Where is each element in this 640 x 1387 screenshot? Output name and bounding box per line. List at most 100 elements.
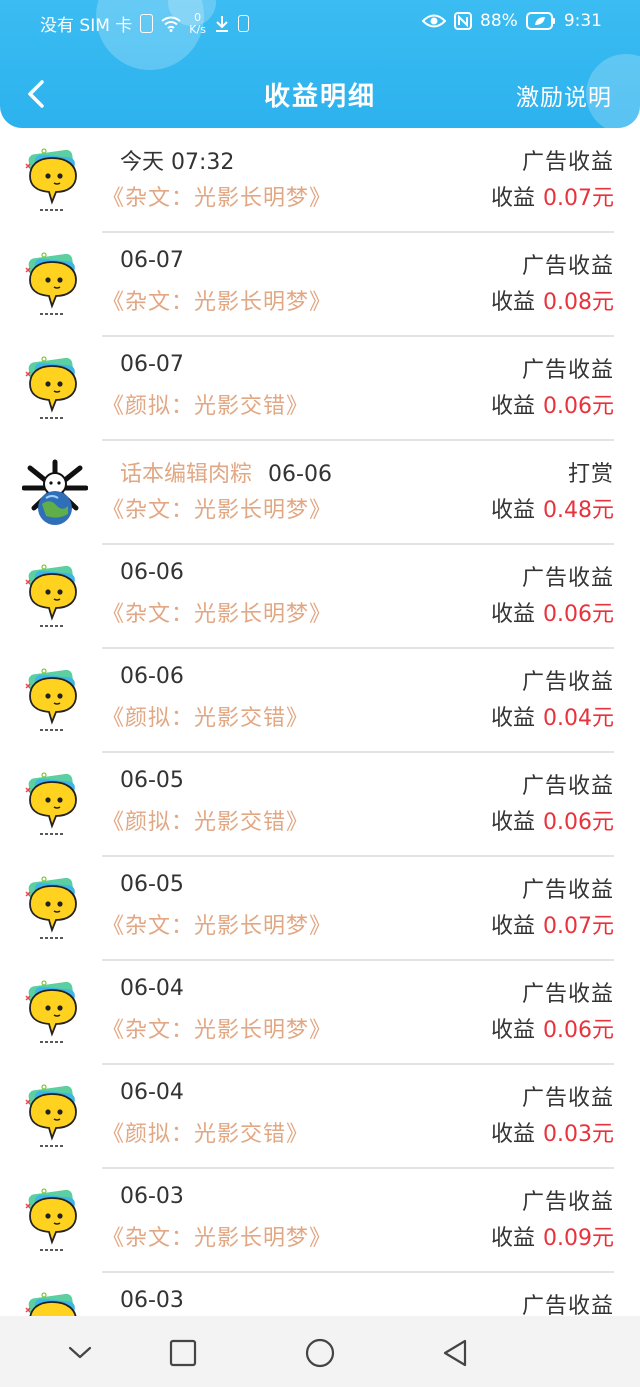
income-amount: 0.48元 — [543, 498, 614, 523]
record-date: 06-06 — [120, 664, 184, 689]
work-title: 《杂文：光影长明梦》 — [102, 602, 333, 627]
income-type: 广告收益 — [521, 774, 614, 799]
work-title: 《杂文：光影长明梦》 — [102, 290, 333, 315]
income-type: 广告收益 — [521, 1086, 614, 1111]
record-meta: 06-05 — [120, 872, 184, 897]
record-date: 06-05 — [120, 768, 184, 793]
income-type: 广告收益 — [521, 254, 614, 279]
clock: 9:31 — [563, 11, 602, 31]
title-bar: 收益明细 激励说明 — [0, 64, 640, 124]
record-body: 06-06 广告收益 《杂文：光影长明梦》 收益 0.06元 — [102, 544, 614, 649]
sim-alert-icon — [140, 14, 154, 33]
income-label: 收益 — [490, 498, 535, 523]
income-record-row[interactable]: 06-05 广告收益 《杂文：光影长明梦》 收益 0.07元 — [0, 856, 640, 961]
emoji-bubble-icon — [25, 564, 77, 627]
income-amount: 0.09元 — [543, 1226, 614, 1251]
sim-status: 没有 SIM 卡 — [40, 16, 133, 36]
record-body: 话本编辑肉粽 06-06 打赏 《杂文：光影长明梦》 收益 0.48元 — [102, 440, 614, 545]
income-amount: 0.06元 — [543, 394, 614, 419]
work-title: 《杂文：光影长明梦》 — [102, 914, 333, 939]
storage-icon — [237, 15, 249, 32]
income-amount-line: 收益 0.48元 — [491, 492, 614, 524]
income-label: 收益 — [490, 290, 535, 315]
download-icon — [215, 15, 228, 32]
record-meta: 06-07 — [120, 248, 184, 273]
record-meta: 06-06 — [120, 664, 184, 689]
income-amount: 0.04元 — [543, 706, 614, 731]
income-amount-line: 收益 0.07元 — [491, 908, 614, 940]
record-meta: 06-03 — [120, 1184, 184, 1209]
emoji-bubble-icon — [25, 1188, 77, 1251]
income-label: 收益 — [490, 394, 535, 419]
work-title: 《颜拟：光影交错》 — [102, 1122, 310, 1147]
wifi-icon — [161, 16, 181, 32]
income-record-row[interactable]: 06-07 广告收益 《颜拟：光影交错》 收益 0.06元 — [0, 336, 640, 441]
income-type: 广告收益 — [521, 878, 614, 903]
incentive-info-link[interactable]: 激励说明 — [516, 78, 612, 112]
income-label: 收益 — [490, 810, 535, 835]
record-body: 06-03 广告收益 — [102, 1272, 614, 1316]
earth-character-icon — [21, 459, 89, 525]
income-record-list: 今天 07:32 广告收益 《杂文：光影长明梦》 收益 0.07元 06-07 广… — [0, 128, 640, 1316]
income-amount: 0.07元 — [543, 914, 614, 939]
income-type: 打赏 — [567, 462, 614, 487]
income-record-row[interactable]: 06-04 广告收益 《颜拟：光影交错》 收益 0.03元 — [0, 1064, 640, 1169]
income-type: 广告收益 — [521, 670, 614, 695]
nav-collapse-button[interactable] — [60, 1333, 100, 1373]
record-date: 06-07 — [120, 248, 184, 273]
income-amount-line: 收益 0.09元 — [491, 1220, 614, 1252]
income-label: 收益 — [490, 186, 535, 211]
home-circle-icon — [305, 1338, 335, 1368]
avatar — [21, 458, 89, 528]
income-record-row[interactable]: 06-06 广告收益 《杂文：光影长明梦》 收益 0.06元 — [0, 544, 640, 649]
record-body: 06-06 广告收益 《颜拟：光影交错》 收益 0.04元 — [102, 648, 614, 753]
income-amount: 0.06元 — [543, 602, 614, 627]
income-record-row[interactable]: 06-03 广告收益 《杂文：光影长明梦》 收益 0.09元 — [0, 1168, 640, 1273]
nav-home-button[interactable] — [300, 1333, 340, 1373]
sender-name: 话本编辑肉粽 — [120, 462, 253, 487]
income-amount: 0.03元 — [543, 1122, 614, 1147]
emoji-bubble-icon — [25, 772, 77, 835]
battery-icon — [525, 12, 555, 30]
avatar — [22, 1186, 82, 1256]
work-title: 《杂文：光影长明梦》 — [102, 186, 333, 211]
income-record-row[interactable]: 06-05 广告收益 《颜拟：光影交错》 收益 0.06元 — [0, 752, 640, 857]
income-record-row[interactable]: 话本编辑肉粽 06-06 打赏 《杂文：光影长明梦》 收益 0.48元 — [0, 440, 640, 545]
work-title: 《杂文：光影长明梦》 — [102, 498, 333, 523]
network-speed: 0 K/s — [189, 11, 206, 36]
record-body: 06-04 广告收益 《杂文：光影长明梦》 收益 0.06元 — [102, 960, 614, 1065]
network-speed-unit: K/s — [189, 22, 206, 36]
income-label: 收益 — [490, 914, 535, 939]
income-amount-line: 收益 0.04元 — [491, 700, 614, 732]
record-body: 06-07 广告收益 《杂文：光影长明梦》 收益 0.08元 — [102, 232, 614, 337]
emoji-bubble-icon — [25, 148, 77, 211]
back-triangle-icon — [443, 1339, 467, 1367]
income-amount-line: 收益 0.06元 — [491, 1012, 614, 1044]
emoji-bubble-icon — [25, 252, 77, 315]
income-record-row[interactable]: 06-06 广告收益 《颜拟：光影交错》 收益 0.04元 — [0, 648, 640, 753]
income-type: 广告收益 — [521, 566, 614, 591]
income-label: 收益 — [490, 706, 535, 731]
record-meta: 06-06 — [120, 560, 184, 585]
work-title: 《杂文：光影长明梦》 — [102, 1226, 333, 1251]
avatar — [22, 666, 82, 736]
income-type: 广告收益 — [521, 358, 614, 383]
income-amount-line: 收益 0.07元 — [491, 180, 614, 212]
record-body: 06-07 广告收益 《颜拟：光影交错》 收益 0.06元 — [102, 336, 614, 441]
record-date: 06-05 — [120, 872, 184, 897]
nav-recents-button[interactable] — [163, 1333, 203, 1373]
nfc-icon — [454, 12, 473, 30]
income-type: 广告收益 — [521, 150, 614, 175]
income-record-row[interactable]: 06-07 广告收益 《杂文：光影长明梦》 收益 0.08元 — [0, 232, 640, 337]
recents-square-icon — [169, 1339, 197, 1367]
income-label: 收益 — [490, 1018, 535, 1043]
avatar — [22, 1082, 82, 1152]
record-meta: 今天 07:32 — [120, 144, 234, 176]
record-date: 06-06 — [268, 462, 332, 487]
nav-back-button[interactable] — [436, 1333, 476, 1373]
income-record-row[interactable]: 06-04 广告收益 《杂文：光影长明梦》 收益 0.06元 — [0, 960, 640, 1065]
income-record-row[interactable]: 06-03 广告收益 — [0, 1272, 640, 1316]
income-record-row[interactable]: 今天 07:32 广告收益 《杂文：光影长明梦》 收益 0.07元 — [0, 128, 640, 233]
emoji-bubble-icon — [25, 1292, 77, 1316]
system-nav-bar — [0, 1316, 640, 1387]
